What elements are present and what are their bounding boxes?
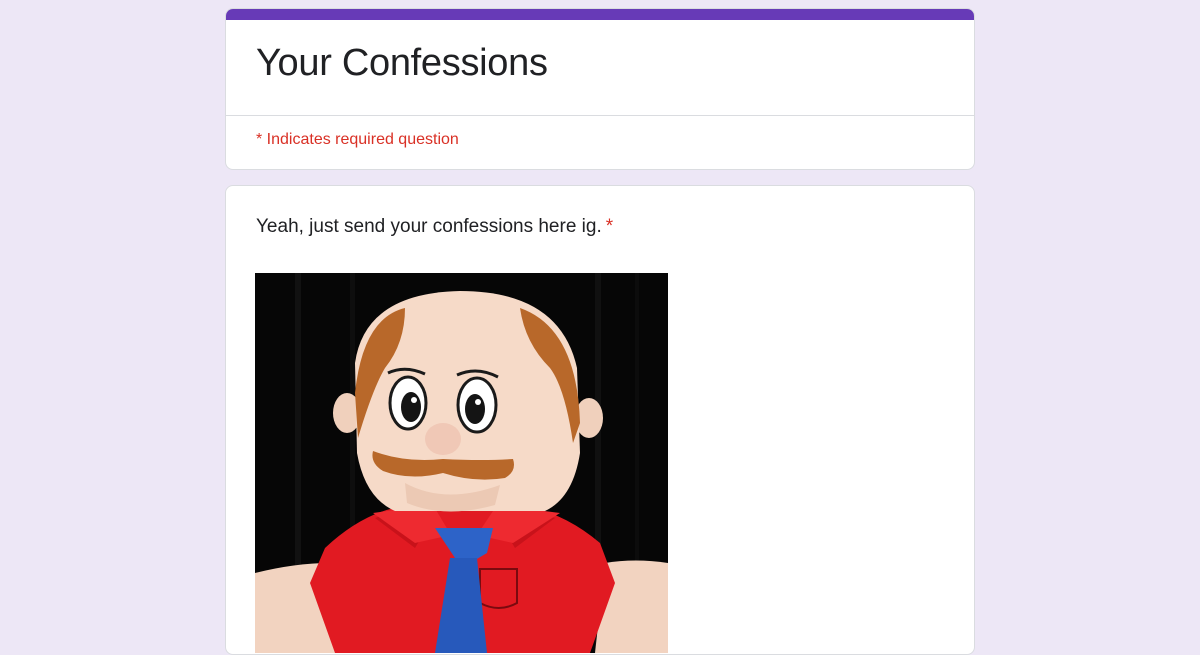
question-card: Yeah, just send your confessions here ig…: [225, 185, 975, 655]
form-title: Your Confessions: [256, 42, 548, 84]
puppet-image: [255, 273, 668, 653]
header-accent-bar: [226, 9, 974, 20]
required-star: *: [605, 216, 614, 237]
required-question-note: * Indicates required question: [256, 131, 459, 148]
question-label: Yeah, just send your confessions here ig…: [256, 216, 613, 238]
header-divider: [226, 115, 974, 116]
question-label-text: Yeah, just send your confessions here ig…: [256, 216, 602, 237]
puppet-illustration: [255, 273, 668, 653]
form-header-card: Your Confessions * Indicates required qu…: [225, 8, 975, 170]
